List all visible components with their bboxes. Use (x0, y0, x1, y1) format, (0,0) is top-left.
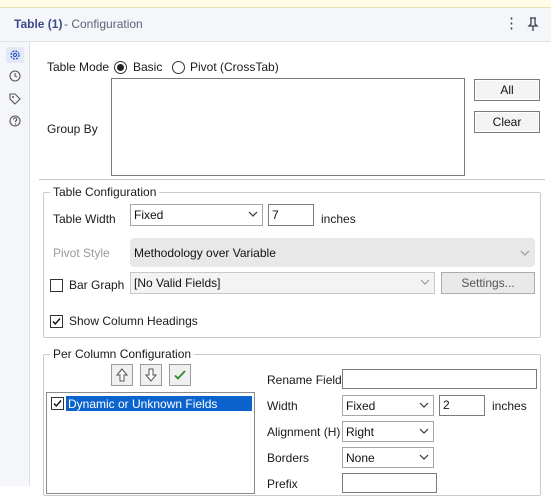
prefix-input[interactable] (342, 473, 437, 493)
left-icon-bar (0, 42, 30, 486)
borders-label: Borders (267, 451, 310, 465)
column-width-input[interactable]: 2 (439, 395, 485, 416)
column-width-mode-select[interactable]: Fixed (342, 395, 434, 416)
all-button[interactable]: All (474, 79, 540, 101)
gear-icon[interactable] (8, 48, 22, 62)
list-item-checkbox[interactable] (51, 397, 64, 410)
table-width-mode-value: Fixed (134, 208, 164, 222)
chevron-down-icon (419, 402, 429, 408)
check-all-button[interactable] (169, 364, 191, 386)
column-width-mode-value: Fixed (346, 399, 376, 413)
move-down-icon (144, 368, 158, 382)
rename-field-label: Rename Field (267, 373, 342, 387)
checkmark-icon (52, 318, 61, 326)
radio-dot (117, 64, 124, 71)
history-icon[interactable] (8, 69, 22, 83)
show-column-headings-checkbox[interactable] (50, 315, 63, 328)
pivot-style-select: Methodology over Variable (130, 238, 535, 267)
panel-title: Table (1) (14, 17, 63, 31)
alignment-value: Right (346, 425, 375, 439)
pivot-style-value: Methodology over Variable (134, 246, 276, 260)
chevron-down-icon (419, 428, 429, 434)
group-by-listbox[interactable] (111, 78, 465, 176)
rename-field-input[interactable] (342, 369, 537, 389)
clear-button[interactable]: Clear (474, 111, 540, 133)
table-width-label: Table Width (53, 212, 116, 226)
chevron-down-icon (520, 250, 530, 256)
pivot-style-label: Pivot Style (53, 246, 110, 260)
move-up-button[interactable] (111, 364, 133, 386)
show-column-headings-label[interactable]: Show Column Headings (69, 314, 198, 328)
tag-icon[interactable] (8, 92, 22, 106)
checkmark-icon (53, 400, 62, 408)
bar-graph-field-select: [No Valid Fields] (130, 272, 435, 294)
bar-graph-field-value: [No Valid Fields] (134, 276, 221, 290)
per-column-configuration-legend: Per Column Configuration (50, 347, 195, 361)
table-width-unit: inches (321, 212, 356, 226)
panel-subtitle: - Configuration (64, 17, 143, 31)
column-width-unit: inches (492, 399, 527, 413)
table-width-mode-select[interactable]: Fixed (130, 204, 263, 226)
table-mode-label: Table Mode (47, 60, 110, 74)
section-divider (39, 179, 545, 180)
radio-basic-label[interactable]: Basic (133, 60, 162, 74)
chevron-down-icon (420, 279, 430, 285)
field-listbox[interactable]: Dynamic or Unknown Fields (46, 392, 255, 494)
pin-icon[interactable] (526, 16, 540, 32)
settings-button[interactable]: Settings... (441, 272, 535, 294)
bar-graph-label[interactable]: Bar Graph (69, 278, 124, 292)
borders-select[interactable]: None (342, 447, 434, 468)
alignment-select[interactable]: Right (342, 421, 434, 442)
prefix-label: Prefix (267, 477, 298, 491)
borders-value: None (346, 451, 375, 465)
table-configuration-legend: Table Configuration (50, 185, 160, 199)
bar-graph-checkbox[interactable] (50, 279, 63, 292)
top-strip (0, 0, 551, 8)
list-item-label: Dynamic or Unknown Fields (68, 397, 218, 411)
chevron-down-icon (248, 211, 258, 217)
alignment-label: Alignment (H) (267, 425, 341, 439)
check-all-icon (174, 370, 186, 380)
move-up-icon (115, 368, 129, 382)
help-icon[interactable] (8, 114, 22, 128)
more-options-icon[interactable]: ⋮ (504, 16, 519, 32)
move-down-button[interactable] (140, 364, 162, 386)
column-width-label: Width (267, 399, 298, 413)
panel-header: Table (1) - Configuration ⋮ (0, 8, 551, 42)
chevron-down-icon (419, 454, 429, 460)
radio-basic[interactable] (114, 61, 127, 74)
group-by-label: Group By (47, 122, 98, 136)
radio-pivot-label[interactable]: Pivot (CrossTab) (190, 60, 279, 74)
list-item[interactable]: Dynamic or Unknown Fields (66, 396, 252, 411)
radio-pivot[interactable] (172, 61, 185, 74)
table-width-input[interactable]: 7 (268, 204, 314, 226)
